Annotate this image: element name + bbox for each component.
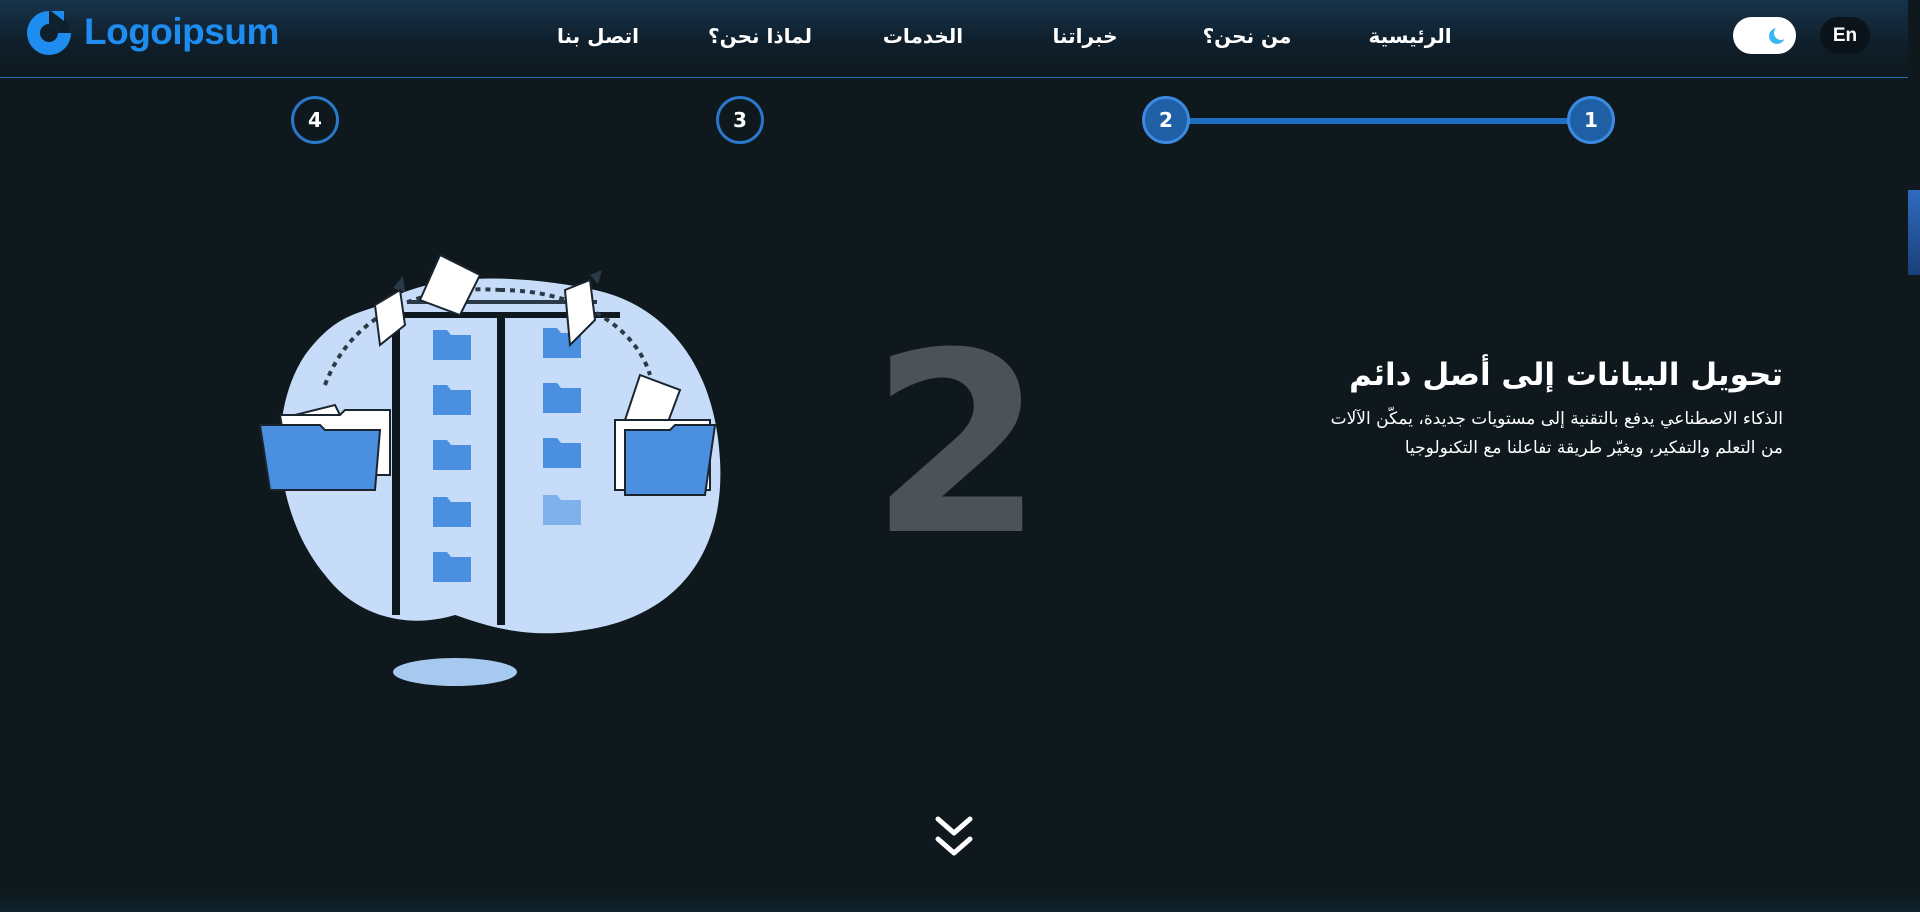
logo-icon: [27, 11, 71, 55]
side-scroll-tab[interactable]: [1908, 190, 1920, 275]
step-2[interactable]: 2: [1142, 96, 1190, 144]
logo-text: Logoipsum: [84, 11, 279, 52]
step-1[interactable]: 1: [1567, 96, 1615, 144]
language-switch[interactable]: En: [1820, 17, 1870, 54]
bottom-edge: [0, 890, 1920, 912]
double-chevron-down-icon[interactable]: [934, 815, 974, 859]
nav-contact[interactable]: اتصل بنا: [557, 16, 639, 56]
file-transfer-illustration: [258, 253, 721, 686]
hero-description: الذكاء الاصطناعي يدفع بالتقنية إلى مستوي…: [1223, 405, 1783, 463]
step-progress-line: [1166, 118, 1592, 124]
nav-why-us[interactable]: لماذا نحن؟: [708, 16, 812, 56]
logo[interactable]: Logoipsum: [24, 6, 279, 58]
step-3[interactable]: 3: [716, 96, 764, 144]
theme-toggle[interactable]: [1733, 17, 1796, 54]
hero-title: تحويل البيانات إلى أصل دائم: [1349, 357, 1783, 393]
nav-home[interactable]: الرئيسية: [1368, 16, 1451, 56]
site-header: Logoipsum الرئيسية من نحن؟ خبراتنا الخدم…: [0, 0, 1908, 78]
moon-icon: [1769, 26, 1787, 44]
hero-description-line: من التعلم والتفكير، ويغيّر طريقة تفاعلنا…: [1404, 438, 1783, 458]
step-4[interactable]: 4: [291, 96, 339, 144]
nav-experience[interactable]: خبراتنا: [1052, 16, 1117, 56]
step-number-display: 2: [870, 299, 1044, 590]
nav-services[interactable]: الخدمات: [883, 16, 963, 56]
nav-about[interactable]: من نحن؟: [1203, 16, 1292, 56]
hero-description-line: الذكاء الاصطناعي يدفع بالتقنية إلى مستوي…: [1330, 409, 1783, 429]
